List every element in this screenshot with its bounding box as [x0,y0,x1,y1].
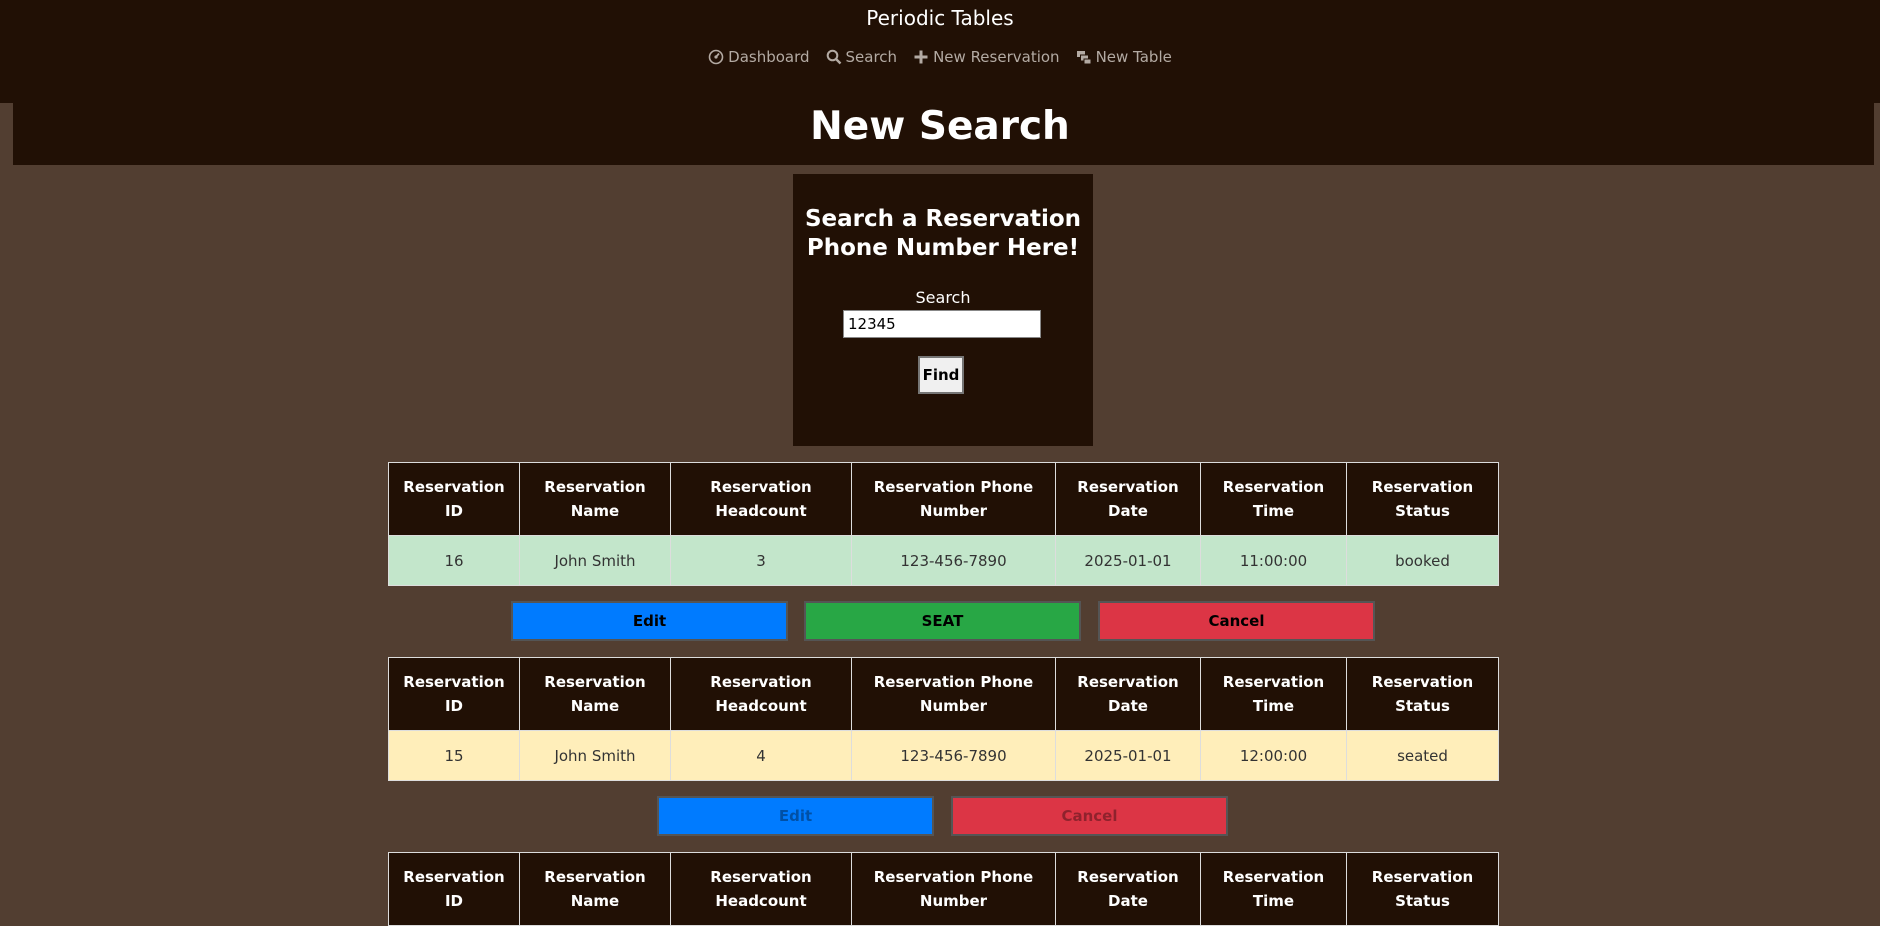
search-title-line-2: Phone Number Here! [806,235,1080,261]
header-reservation-status: Reservation Status [1346,852,1499,926]
header-reservation-phone: Reservation Phone Number [851,852,1056,926]
cell-id: 15 [388,730,520,781]
cell-name: John Smith [519,535,671,586]
cell-time: 11:00:00 [1200,535,1347,586]
cell-status: booked [1346,535,1499,586]
header-reservation-status: Reservation Status [1346,462,1499,536]
header-reservation-date: Reservation Date [1055,852,1201,926]
search-icon [826,49,841,65]
search-input[interactable] [843,310,1041,338]
reservation-table: Reservation ID Reservation Name Reservatio… [388,657,1499,781]
page-title: New Search [810,104,1070,149]
cell-date: 2025-01-01 [1055,535,1201,586]
cancel-button-disabled[interactable]: Cancel [951,796,1228,836]
find-button[interactable]: Find [918,356,964,394]
header-reservation-time: Reservation Time [1200,657,1347,731]
header-reservation-time: Reservation Time [1200,462,1347,536]
reservation-table: Reservation ID Reservation Name Reservatio… [388,462,1499,586]
cell-time: 12:00:00 [1200,730,1347,781]
cell-phone: 123-456-7890 [851,730,1056,781]
table-row: 15 John Smith 4 123-456-7890 2025-01-01 … [388,730,1499,781]
header-reservation-id: Reservation ID [388,462,520,536]
cell-status: seated [1346,730,1499,781]
header-reservation-status: Reservation Status [1346,657,1499,731]
header-reservation-name: Reservation Name [519,852,671,926]
header-reservation-phone: Reservation Phone Number [851,462,1056,536]
table-header-row: Reservation ID Reservation Name Reservatio… [388,852,1499,926]
nav-links: Dashboard Search New Reservation New Tab… [0,48,1880,66]
table-header-row: Reservation ID Reservation Name Reservatio… [388,657,1499,731]
header-reservation-headcount: Reservation Headcount [670,462,852,536]
header-reservation-time: Reservation Time [1200,852,1347,926]
nav-link-new-reservation[interactable]: New Reservation [913,48,1060,66]
cancel-button[interactable]: Cancel [1098,601,1375,641]
nav-link-label: Dashboard [728,48,810,66]
plus-icon [914,50,928,64]
nav-link-dashboard[interactable]: Dashboard [708,48,810,66]
header-reservation-name: Reservation Name [519,462,671,536]
nav-link-search[interactable]: Search [826,48,898,66]
nav-link-label: New Reservation [933,48,1060,66]
edit-button-disabled[interactable]: Edit [657,796,934,836]
header-reservation-id: Reservation ID [388,852,520,926]
table-row: 16 John Smith 3 123-456-7890 2025-01-01 … [388,535,1499,586]
seat-button[interactable]: SEAT [804,601,1081,641]
header-reservation-date: Reservation Date [1055,462,1201,536]
search-label: Search [915,288,971,307]
dashboard-icon [708,49,724,65]
cell-phone: 123-456-7890 [851,535,1056,586]
search-title-line-1: Search a Reservation [804,206,1082,232]
nav-link-label: Search [845,48,898,66]
nav-link-new-table[interactable]: New Table [1076,48,1172,66]
edit-button[interactable]: Edit [511,601,788,641]
search-title: Search a Reservation Phone Number Here! [793,205,1093,263]
nav-link-label: New Table [1095,48,1172,66]
cell-id: 16 [388,535,520,586]
cell-date: 2025-01-01 [1055,730,1201,781]
header-reservation-id: Reservation ID [388,657,520,731]
header-reservation-phone: Reservation Phone Number [851,657,1056,731]
search-panel: Search a Reservation Phone Number Here! … [793,174,1093,446]
cell-headcount: 3 [670,535,852,586]
header-reservation-headcount: Reservation Headcount [670,852,852,926]
brand-title[interactable]: Periodic Tables [0,6,1880,30]
cell-name: John Smith [519,730,671,781]
table-header-row: Reservation ID Reservation Name Reservatio… [388,462,1499,536]
layers-icon [1076,51,1092,65]
header-reservation-headcount: Reservation Headcount [670,657,852,731]
reservation-table: Reservation ID Reservation Name Reservatio… [388,852,1499,926]
header-reservation-date: Reservation Date [1055,657,1201,731]
cell-headcount: 4 [670,730,852,781]
header-reservation-name: Reservation Name [519,657,671,731]
